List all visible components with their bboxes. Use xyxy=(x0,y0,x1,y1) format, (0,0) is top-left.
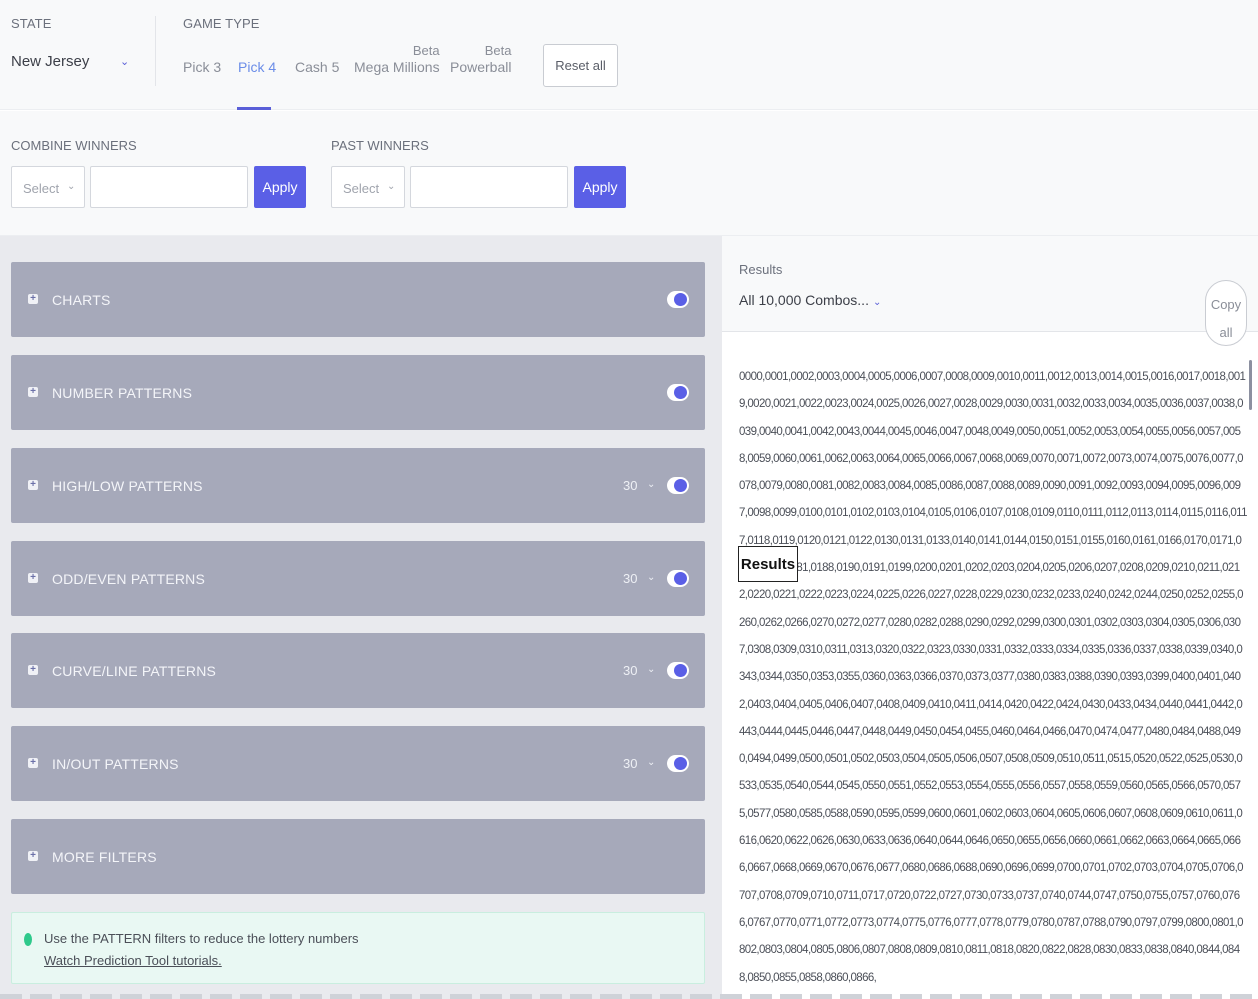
select-placeholder: Select xyxy=(23,181,60,196)
section-title: ODD/EVEN PATTERNS xyxy=(52,571,206,587)
combos-value: All 10,000 Combos... xyxy=(739,292,869,308)
state-label: STATE xyxy=(11,16,52,31)
beta-badge: Beta xyxy=(484,43,512,58)
results-label: Results xyxy=(739,262,783,277)
section-in-out-patterns[interactable]: + IN/OUT PATTERNS 30 ⌄ xyxy=(11,726,705,801)
toggle-knob xyxy=(674,664,687,677)
expand-plus-icon[interactable]: + xyxy=(28,758,38,768)
expand-plus-icon[interactable]: + xyxy=(28,573,38,583)
toggle-knob xyxy=(674,386,687,399)
toggle-knob xyxy=(674,757,687,770)
chevron-down-icon[interactable]: ⌄ xyxy=(647,479,655,490)
divider xyxy=(155,16,156,86)
section-number-patterns[interactable]: + NUMBER PATTERNS xyxy=(11,355,705,430)
chevron-down-icon: ⌄ xyxy=(387,181,396,192)
copy-all-button[interactable]: Copy all xyxy=(1205,280,1247,346)
results-header: Results All 10,000 Combos... ⌄ Copy all xyxy=(722,236,1258,346)
chevron-down-icon: ⌄ xyxy=(120,56,130,68)
combos-list[interactable]: 0000,0001,0002,0003,0004,0005,0006,0007,… xyxy=(739,364,1247,992)
filters-panel: + CHARTS + NUMBER PATTERNS + HIGH/LOW PA… xyxy=(0,236,722,999)
state-dropdown[interactable]: New Jersey ⌄ xyxy=(11,53,131,77)
odd-even-toggle[interactable] xyxy=(667,570,689,587)
count-select-value[interactable]: 30 xyxy=(623,571,637,586)
results-scrollbar[interactable] xyxy=(1249,360,1252,410)
tutorials-link[interactable]: Watch Prediction Tool tutorials. xyxy=(44,953,222,968)
copy-label: Copy xyxy=(1210,297,1242,312)
select-placeholder: Select xyxy=(343,181,380,196)
count-select-value[interactable]: 30 xyxy=(623,756,637,771)
section-odd-even-patterns[interactable]: + ODD/EVEN PATTERNS 30 ⌄ xyxy=(11,541,705,616)
toggle-knob xyxy=(674,572,687,585)
results-tooltip: Results xyxy=(738,546,798,582)
tab-pick-4[interactable]: Pick 4 xyxy=(238,59,276,75)
high-low-toggle[interactable] xyxy=(667,477,689,494)
chevron-down-icon[interactable]: ⌄ xyxy=(647,572,655,583)
tab-label: Mega Millions xyxy=(354,59,440,75)
tab-powerball[interactable]: Beta Powerball xyxy=(450,43,512,75)
tab-label: Powerball xyxy=(450,59,512,75)
tab-pick-3[interactable]: Pick 3 xyxy=(183,59,221,75)
count-select-value[interactable]: 30 xyxy=(623,478,637,493)
past-winners-input[interactable] xyxy=(410,166,568,208)
reset-all-button[interactable]: Reset all xyxy=(543,44,618,87)
section-title: MORE FILTERS xyxy=(52,849,157,865)
bottom-edge-divider xyxy=(0,994,1258,999)
results-panel: Results All 10,000 Combos... ⌄ Copy all 0… xyxy=(722,236,1258,999)
beta-badge: Beta xyxy=(412,43,440,58)
expand-plus-icon[interactable]: + xyxy=(28,294,38,304)
number-patterns-toggle[interactable] xyxy=(667,384,689,401)
tab-mega-millions[interactable]: Beta Mega Millions xyxy=(354,43,440,75)
tip-text: Use the PATTERN filters to reduce the lo… xyxy=(44,931,359,946)
expand-plus-icon[interactable]: + xyxy=(28,480,38,490)
info-dot-icon xyxy=(24,933,32,946)
section-high-low-patterns[interactable]: + HIGH/LOW PATTERNS 30 ⌄ xyxy=(11,448,705,523)
section-charts[interactable]: + CHARTS xyxy=(11,262,705,337)
expand-plus-icon[interactable]: + xyxy=(28,387,38,397)
game-type-label: GAME TYPE xyxy=(183,16,260,31)
section-title: CHARTS xyxy=(52,292,111,308)
combine-winners-select[interactable]: Select ⌄ xyxy=(11,166,85,208)
copy-label-all: all xyxy=(1219,325,1233,340)
combine-apply-button[interactable]: Apply xyxy=(254,166,306,208)
past-winners-select[interactable]: Select ⌄ xyxy=(331,166,405,208)
chevron-down-icon[interactable]: ⌄ xyxy=(647,664,655,675)
toggle-knob xyxy=(674,293,687,306)
chevron-down-icon[interactable]: ⌄ xyxy=(647,757,655,768)
combine-winners-label: COMBINE WINNERS xyxy=(11,138,137,153)
section-more-filters[interactable]: + MORE FILTERS xyxy=(11,819,705,894)
section-title: IN/OUT PATTERNS xyxy=(52,756,179,772)
section-title: NUMBER PATTERNS xyxy=(52,385,193,401)
toggle-knob xyxy=(674,479,687,492)
expand-plus-icon[interactable]: + xyxy=(28,851,38,861)
chevron-down-icon: ⌄ xyxy=(872,297,882,308)
combine-winners-input[interactable] xyxy=(90,166,248,208)
curve-line-toggle[interactable] xyxy=(667,662,689,679)
count-select-value[interactable]: 30 xyxy=(623,663,637,678)
section-title: HIGH/LOW PATTERNS xyxy=(52,478,203,494)
past-winners-label: PAST WINNERS xyxy=(331,138,429,153)
active-tab-indicator xyxy=(237,107,271,110)
game-selector-bar: STATE New Jersey ⌄ GAME TYPE Pick 3 Pick… xyxy=(0,0,1258,110)
tab-cash-5[interactable]: Cash 5 xyxy=(295,59,339,75)
state-value: New Jersey xyxy=(11,53,90,70)
section-title: CURVE/LINE PATTERNS xyxy=(52,663,217,679)
expand-plus-icon[interactable]: + xyxy=(28,665,38,675)
tab-label: Cash 5 xyxy=(295,59,340,75)
winners-filter-bar: COMBINE WINNERS Select ⌄ Apply PAST WINN… xyxy=(0,111,1258,236)
section-curve-line-patterns[interactable]: + CURVE/LINE PATTERNS 30 ⌄ xyxy=(11,633,705,708)
charts-toggle[interactable] xyxy=(667,291,689,308)
past-apply-button[interactable]: Apply xyxy=(574,166,626,208)
tab-label: Pick 3 xyxy=(183,59,222,75)
chevron-down-icon: ⌄ xyxy=(67,181,76,192)
tab-label: Pick 4 xyxy=(238,59,277,75)
combos-dropdown[interactable]: All 10,000 Combos... ⌄ xyxy=(739,292,881,308)
tip-banner: Use the PATTERN filters to reduce the lo… xyxy=(11,912,705,984)
in-out-toggle[interactable] xyxy=(667,755,689,772)
